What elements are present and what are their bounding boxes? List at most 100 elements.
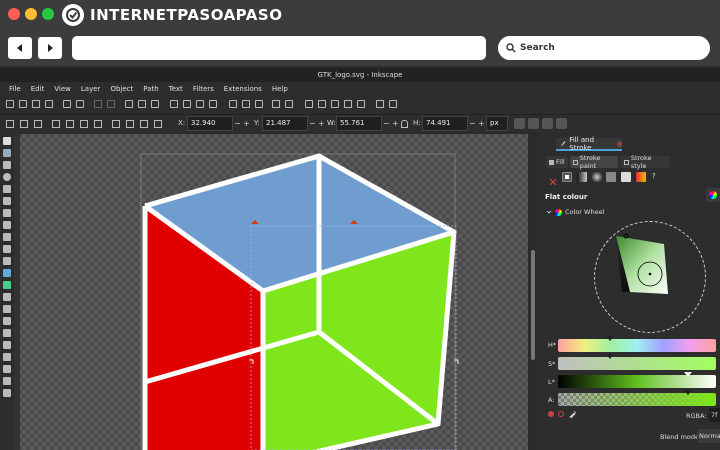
menu-filters[interactable]: Filters bbox=[188, 85, 219, 93]
menu-layer[interactable]: Layer bbox=[76, 85, 106, 93]
copy-icon[interactable] bbox=[125, 100, 133, 108]
move-patterns-icon[interactable] bbox=[556, 118, 567, 129]
box3d-tool-icon[interactable] bbox=[3, 197, 11, 205]
select-all-layers-icon[interactable] bbox=[20, 120, 28, 128]
back-button[interactable] bbox=[8, 37, 32, 59]
lock-icon[interactable] bbox=[401, 120, 408, 128]
open-document-icon[interactable] bbox=[19, 100, 27, 108]
flat-color-button[interactable] bbox=[562, 172, 572, 182]
duplicate-icon[interactable] bbox=[229, 100, 237, 108]
clone-icon[interactable] bbox=[242, 100, 250, 108]
h-decrement[interactable]: − bbox=[469, 119, 476, 128]
unlink-clone-icon[interactable] bbox=[255, 100, 263, 108]
gradient-tool-icon[interactable] bbox=[3, 269, 11, 277]
pencil-tool-icon[interactable] bbox=[3, 233, 11, 241]
node-tool-icon[interactable] bbox=[3, 149, 11, 157]
lightness-slider[interactable] bbox=[558, 375, 716, 388]
undo-icon[interactable] bbox=[94, 100, 102, 108]
x-increment[interactable]: + bbox=[243, 119, 250, 128]
hue-slider-thumb[interactable] bbox=[606, 336, 614, 342]
w-decrement[interactable]: − bbox=[383, 119, 390, 128]
spiral-tool-icon[interactable] bbox=[3, 209, 11, 217]
rect-tool-icon[interactable] bbox=[3, 161, 11, 169]
alpha-slider-thumb[interactable] bbox=[684, 390, 692, 396]
fill-stroke-icon[interactable] bbox=[305, 100, 313, 108]
color-wheel-selector[interactable]: Color Wheel bbox=[546, 208, 604, 216]
gtk-logo-drawing[interactable] bbox=[14, 134, 528, 450]
mesh-tool-icon[interactable] bbox=[3, 281, 11, 289]
minimize-window-button[interactable] bbox=[25, 8, 37, 20]
saturation-slider-thumb[interactable] bbox=[606, 354, 614, 360]
rotate-ccw-icon[interactable] bbox=[52, 120, 60, 128]
color-triangle[interactable] bbox=[612, 232, 672, 296]
close-icon[interactable] bbox=[616, 140, 622, 147]
scale-stroke-icon[interactable] bbox=[514, 118, 525, 129]
y-input[interactable]: 21.487 bbox=[262, 116, 308, 131]
drawing-canvas[interactable] bbox=[14, 134, 528, 450]
lower-icon[interactable] bbox=[140, 120, 148, 128]
w-input[interactable]: 55.761 bbox=[336, 116, 382, 131]
rotate-cw-icon[interactable] bbox=[66, 120, 74, 128]
swatch-icon[interactable] bbox=[636, 172, 646, 182]
menu-edit[interactable]: Edit bbox=[26, 85, 50, 93]
tab-stroke-style[interactable]: Stroke style bbox=[621, 154, 670, 170]
tweak-tool-icon[interactable] bbox=[3, 317, 11, 325]
calligraphy-tool-icon[interactable] bbox=[3, 245, 11, 253]
url-bar[interactable] bbox=[72, 36, 486, 60]
raise-icon[interactable] bbox=[126, 120, 134, 128]
search-bar[interactable]: Search bbox=[498, 36, 710, 60]
selector-tool-icon[interactable] bbox=[3, 137, 11, 145]
preferences-icon[interactable] bbox=[376, 100, 384, 108]
color-picker-button[interactable] bbox=[706, 188, 720, 202]
alpha-slider[interactable] bbox=[558, 393, 716, 406]
h-increment[interactable]: + bbox=[478, 119, 485, 128]
y-decrement[interactable]: − bbox=[309, 119, 316, 128]
eraser-tool-icon[interactable] bbox=[3, 341, 11, 349]
star-tool-icon[interactable] bbox=[3, 185, 11, 193]
move-gradients-icon[interactable] bbox=[542, 118, 553, 129]
layers-icon[interactable] bbox=[331, 100, 339, 108]
pattern-icon[interactable] bbox=[621, 172, 631, 182]
dropper-tool-icon[interactable] bbox=[3, 293, 11, 301]
spray-tool-icon[interactable] bbox=[3, 329, 11, 337]
ellipse-tool-icon[interactable] bbox=[3, 173, 11, 181]
menu-extensions[interactable]: Extensions bbox=[219, 85, 267, 93]
redo-icon[interactable] bbox=[107, 100, 115, 108]
cut-icon[interactable] bbox=[138, 100, 146, 108]
eyedropper-icon[interactable] bbox=[569, 410, 577, 418]
text-tool-icon[interactable] bbox=[3, 257, 11, 265]
paint-bucket-tool-icon[interactable] bbox=[3, 305, 11, 313]
menu-view[interactable]: View bbox=[49, 85, 76, 93]
zoom-drawing-icon[interactable] bbox=[183, 100, 191, 108]
new-document-icon[interactable] bbox=[6, 100, 14, 108]
linear-gradient-icon[interactable] bbox=[577, 172, 587, 182]
raise-to-top-icon[interactable] bbox=[112, 120, 120, 128]
tab-fill-and-stroke[interactable]: Fill and Stroke bbox=[556, 136, 622, 152]
paste-icon[interactable] bbox=[151, 100, 159, 108]
zoom-selection-icon[interactable] bbox=[170, 100, 178, 108]
x-decrement[interactable]: − bbox=[234, 119, 241, 128]
unit-select[interactable]: px bbox=[486, 116, 508, 131]
align-distribute-icon[interactable] bbox=[357, 100, 365, 108]
unset-paint-button[interactable]: ? bbox=[652, 172, 656, 180]
menu-text[interactable]: Text bbox=[164, 85, 188, 93]
rgba-input[interactable]: 7f bbox=[709, 408, 720, 422]
print-icon[interactable] bbox=[45, 100, 53, 108]
value-marker[interactable] bbox=[648, 272, 652, 276]
ungroup-icon[interactable] bbox=[285, 100, 293, 108]
save-document-icon[interactable] bbox=[32, 100, 40, 108]
menu-file[interactable]: File bbox=[4, 85, 26, 93]
lower-to-bottom-icon[interactable] bbox=[154, 120, 162, 128]
x-input[interactable]: 32.940 bbox=[187, 116, 233, 131]
pen-tool-icon[interactable] bbox=[3, 221, 11, 229]
close-window-button[interactable] bbox=[8, 8, 20, 20]
xml-editor-icon[interactable] bbox=[344, 100, 352, 108]
zoom-width-icon[interactable] bbox=[209, 100, 217, 108]
scrollbar-thumb[interactable] bbox=[531, 250, 535, 360]
text-font-icon[interactable] bbox=[318, 100, 326, 108]
select-all-icon[interactable] bbox=[6, 120, 14, 128]
zoom-page-icon[interactable] bbox=[196, 100, 204, 108]
menu-object[interactable]: Object bbox=[105, 85, 138, 93]
deselect-icon[interactable] bbox=[34, 120, 42, 128]
menu-path[interactable]: Path bbox=[138, 85, 163, 93]
